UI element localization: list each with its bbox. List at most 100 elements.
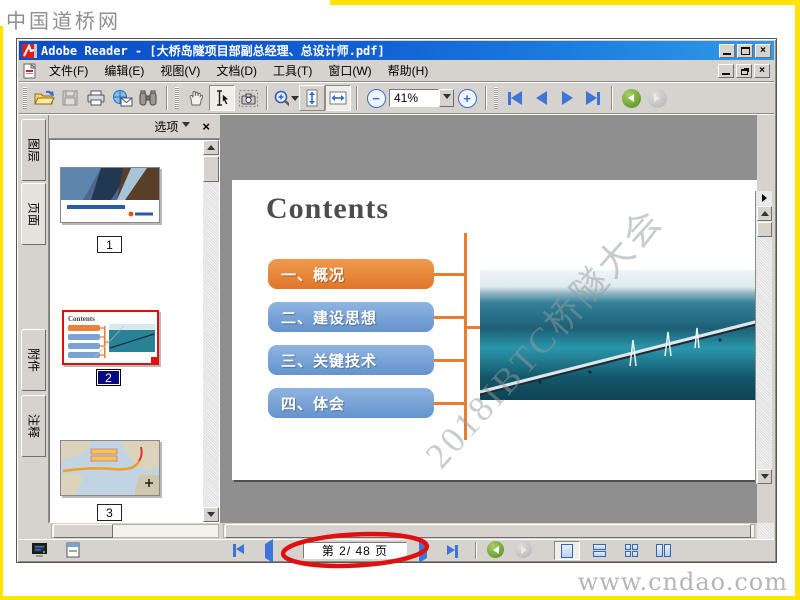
toolbar-grip[interactable] — [494, 87, 498, 109]
horizontal-scroll-row — [19, 523, 774, 539]
facing-icon — [624, 544, 638, 557]
frame-left — [0, 26, 3, 600]
scrollbar-thumb[interactable] — [757, 222, 772, 237]
pdf-page[interactable]: Contents 一、概况 二、建设思想 三、关键技术 四、体会 2018IBT… — [232, 180, 757, 480]
snapshot-tool-button[interactable] — [235, 85, 261, 111]
mdi-close-icon: × — [759, 64, 765, 76]
scrollbar-thumb[interactable] — [225, 524, 751, 538]
menu-window[interactable]: 窗口(W) — [320, 59, 379, 82]
mdi-restore-button[interactable] — [736, 63, 752, 78]
open-button[interactable] — [31, 85, 57, 111]
connector-line — [434, 316, 464, 319]
toolbar-separator — [356, 86, 358, 110]
options-menu-button[interactable]: 选项 — [154, 118, 191, 135]
mdi-close-button[interactable]: × — [754, 63, 770, 78]
toolbar-grip[interactable] — [175, 87, 179, 109]
zoom-out-button[interactable]: − — [363, 85, 389, 111]
panel-close-button[interactable]: × — [200, 119, 212, 134]
thumbnail-scrollbar[interactable] — [203, 140, 219, 522]
previous-page-button[interactable] — [528, 85, 554, 111]
thumbnail-page-3[interactable] — [60, 440, 160, 496]
fit-page-button[interactable] — [299, 85, 325, 111]
page-indicator-field[interactable]: 第 2/ 48 页 — [303, 542, 407, 559]
tab-attachments[interactable]: 附件 — [21, 329, 46, 391]
toolbar-separator — [611, 86, 613, 110]
thumbnail-page-1[interactable] — [60, 167, 160, 223]
first-page-button[interactable] — [502, 85, 528, 111]
layout-facing-button[interactable] — [618, 541, 644, 560]
tab-pages[interactable]: 页面 — [21, 183, 46, 245]
previous-page-button[interactable] — [265, 539, 273, 563]
mdi-minimize-button[interactable] — [718, 63, 734, 78]
layout-continuous-facing-button[interactable] — [650, 541, 676, 560]
fullscreen-button[interactable] — [31, 542, 49, 561]
zoom-level-value: 41% — [394, 91, 419, 105]
scrollbar-thumb[interactable] — [53, 524, 113, 538]
menu-file[interactable]: 文件(F) — [41, 59, 96, 82]
thumbnail-page-3-label[interactable]: 3 — [97, 504, 122, 521]
hand-tool-button[interactable] — [183, 85, 209, 111]
menu-help[interactable]: 帮助(H) — [380, 59, 437, 82]
toolbar-overflow-button[interactable] — [757, 191, 772, 205]
tab-layers-label: 图层 — [26, 137, 40, 163]
document-scrollbar[interactable] — [755, 191, 772, 484]
menu-view[interactable]: 视图(V) — [152, 59, 208, 82]
fit-width-button[interactable] — [325, 85, 351, 111]
layout-single-page-button[interactable] — [554, 541, 580, 560]
go-forward-button[interactable] — [515, 541, 532, 558]
printer-icon — [87, 90, 105, 106]
save-button[interactable] — [57, 85, 83, 111]
go-forward-button[interactable] — [644, 85, 670, 111]
scroll-down-button[interactable] — [757, 469, 772, 484]
title-bar[interactable]: Adobe Reader - [大桥岛隧项目部副总经理、总设计师.pdf] × — [19, 41, 774, 60]
minimize-button[interactable] — [719, 43, 735, 58]
page-number: 3 — [106, 505, 113, 520]
page-view-button[interactable] — [65, 542, 81, 561]
menu-document[interactable]: 文档(D) — [208, 59, 265, 82]
first-page-button[interactable] — [233, 544, 244, 560]
next-page-button[interactable] — [554, 85, 580, 111]
menu-edit[interactable]: 编辑(E) — [96, 59, 152, 82]
toolbar: − 41% + — [19, 83, 774, 114]
snapshot-camera-icon — [238, 89, 258, 107]
slide-title: Contents — [266, 192, 390, 225]
scroll-up-button[interactable] — [203, 140, 219, 155]
toolbar-grip[interactable] — [23, 87, 27, 109]
thumbnail-page-2[interactable]: Contents — [62, 310, 159, 365]
tab-layers[interactable]: 图层 — [21, 119, 46, 181]
select-tool-button[interactable] — [209, 85, 235, 111]
slide-item-1: 一、概况 — [268, 259, 434, 289]
layout-continuous-button[interactable] — [586, 541, 612, 560]
last-page-button[interactable] — [447, 544, 458, 558]
search-button[interactable] — [135, 85, 161, 111]
scroll-up-button[interactable] — [757, 206, 772, 221]
close-button[interactable]: × — [755, 43, 771, 58]
email-button[interactable] — [109, 85, 135, 111]
next-page-button[interactable] — [419, 539, 427, 563]
menu-tools[interactable]: 工具(T) — [265, 59, 320, 82]
zoom-tool-dropdown-icon[interactable] — [291, 95, 299, 105]
panel-horizontal-scrollbar[interactable] — [49, 523, 221, 539]
go-back-button[interactable] — [618, 85, 644, 111]
scrollbar-thumb[interactable] — [203, 156, 219, 182]
select-text-tool-icon — [217, 90, 230, 106]
connector-line — [467, 326, 480, 329]
scroll-down-button[interactable] — [203, 507, 219, 522]
zoom-tool-button[interactable] — [273, 85, 299, 111]
print-button[interactable] — [83, 85, 109, 111]
zoom-in-button[interactable]: + — [454, 85, 480, 111]
tab-comments[interactable]: 注释 — [21, 395, 46, 457]
zoom-level-dropdown[interactable] — [439, 89, 454, 107]
scroll-corner — [19, 523, 49, 539]
maximize-button[interactable] — [737, 43, 753, 58]
arrow-down-icon — [760, 474, 769, 483]
thumbnail-page-1-label[interactable]: 1 — [97, 236, 122, 253]
zoom-level-field[interactable]: 41% — [389, 89, 439, 107]
arrow-up-icon — [760, 207, 769, 216]
go-back-button[interactable] — [487, 541, 504, 558]
document-area[interactable]: Contents 一、概况 二、建设思想 三、关键技术 四、体会 2018IBT… — [221, 115, 757, 523]
thumbnail-page-2-label[interactable]: 2 — [96, 369, 121, 386]
document-horizontal-scrollbar[interactable] — [221, 523, 757, 539]
last-page-button[interactable] — [580, 85, 606, 111]
arrow-up-icon — [207, 141, 215, 150]
